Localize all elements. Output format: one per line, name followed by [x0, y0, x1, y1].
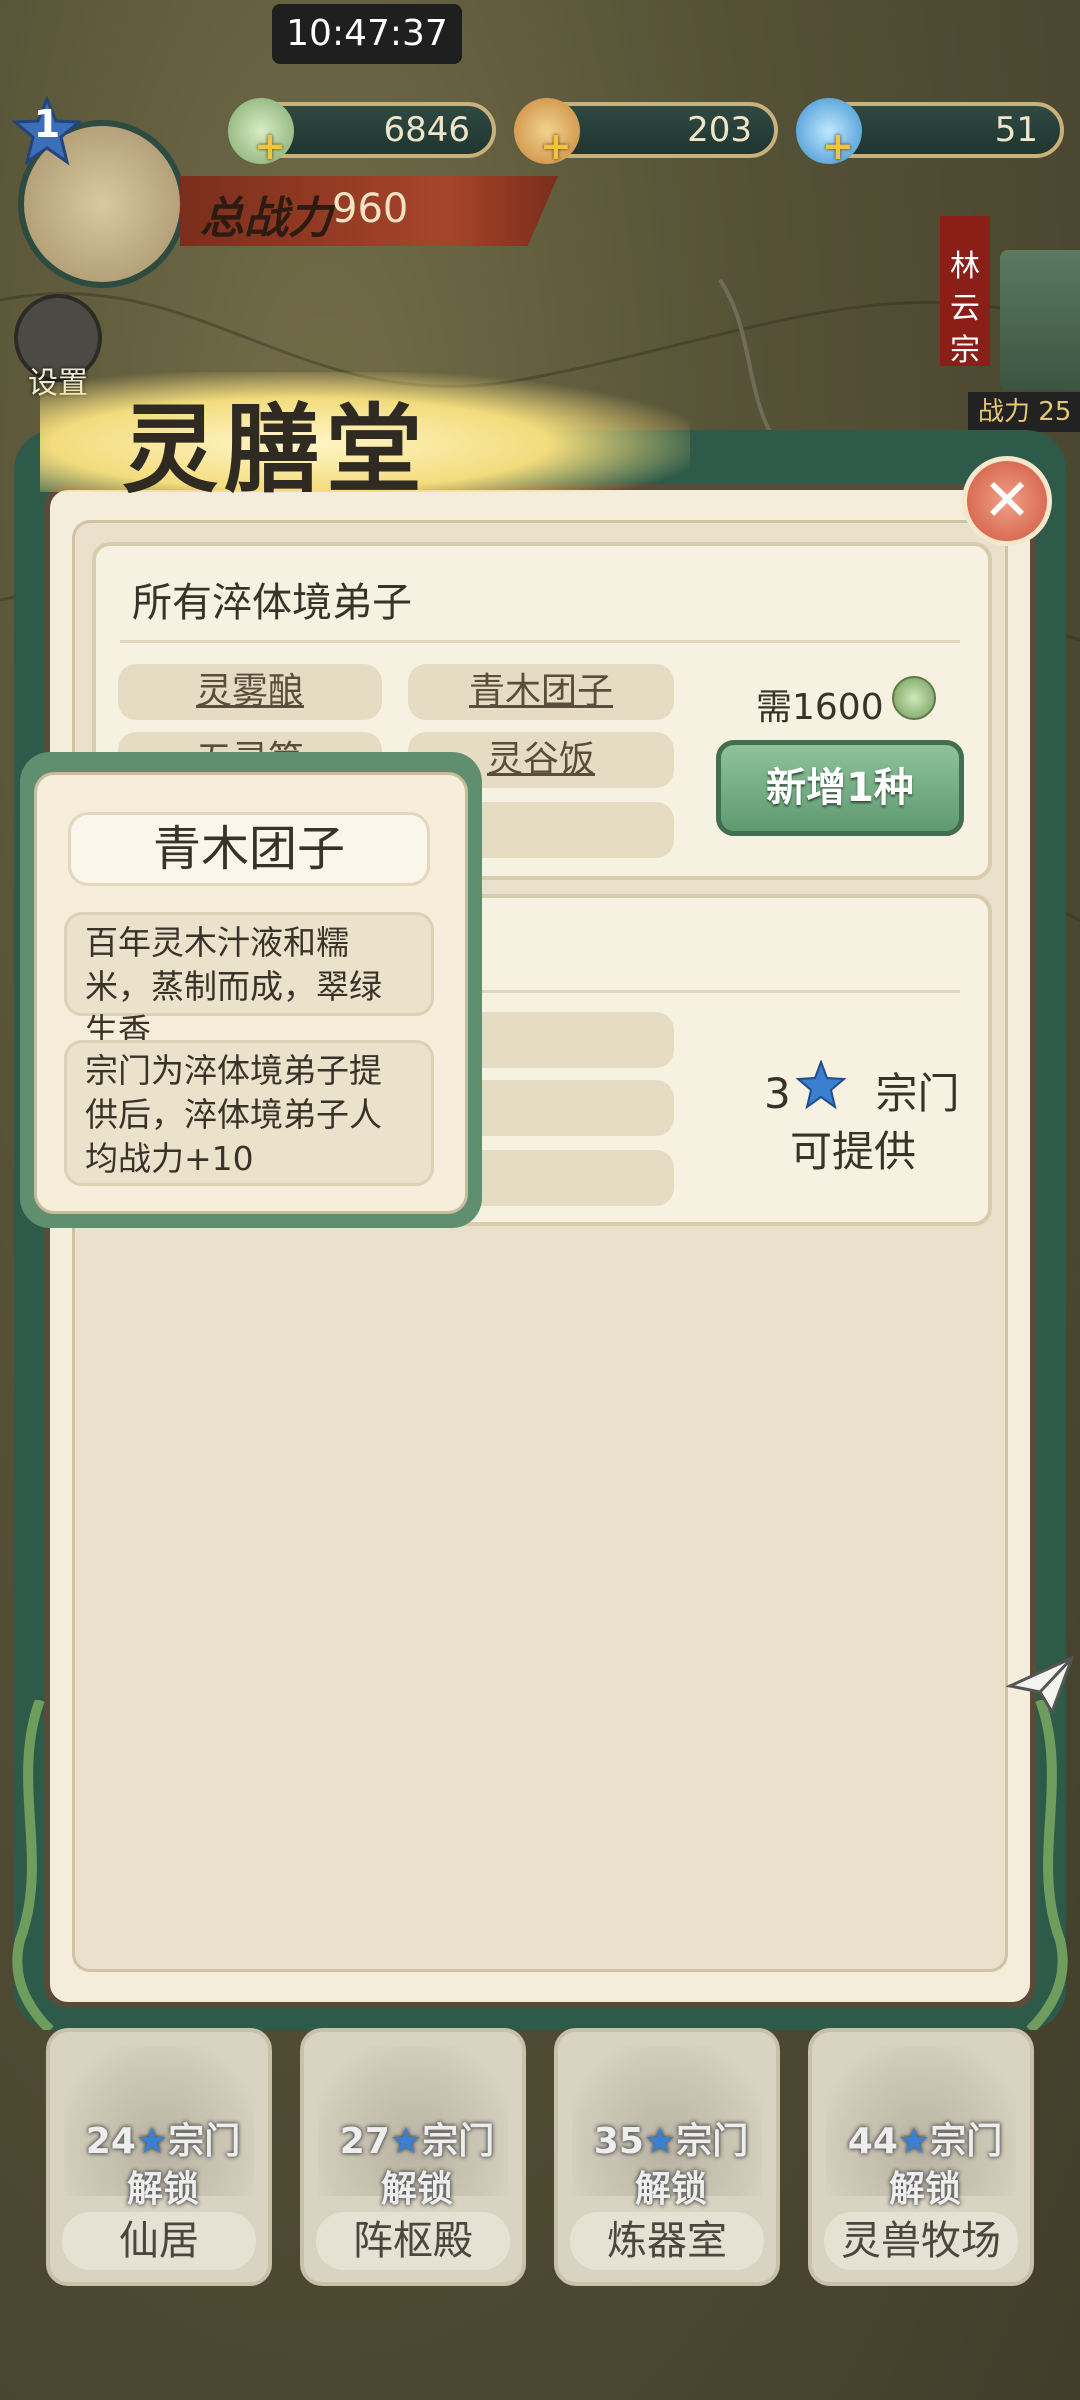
unlock-requirement: 44★宗门: [812, 2112, 1030, 2164]
unlock-requirement: 24★宗门: [50, 2112, 268, 2164]
sect-power-value: 25: [1038, 397, 1072, 427]
sect-name: 林 云 宗: [950, 249, 980, 368]
unlock-label: 解锁: [126, 2169, 199, 2210]
add-crystal-plus-icon[interactable]: +: [822, 124, 854, 168]
unlock-number: 35: [593, 2121, 644, 2162]
star-icon: [796, 1060, 846, 1110]
status-clock: 10:47:37: [272, 4, 462, 64]
requirement-line: 3 宗门: [764, 1060, 959, 1121]
power-value: 960: [332, 186, 409, 232]
add-food-button[interactable]: 新增1种: [716, 740, 964, 836]
unlock-suffix: 宗门: [422, 2121, 495, 2162]
card-title: 所有淬体境弟子: [132, 580, 412, 626]
unlock-suffix: 宗门: [930, 2121, 1003, 2162]
vine-decoration: [12, 1700, 54, 2030]
building-name: 炼器室: [570, 2212, 764, 2270]
add-grain-plus-icon[interactable]: +: [540, 124, 572, 168]
sect-power-label: 战力: [978, 397, 1031, 427]
tooltip-description: 百年灵木汁液和糯米，蒸制而成，翠绿生香: [64, 912, 434, 1050]
food-item[interactable]: 青木团子: [408, 664, 674, 720]
unlock-requirement: 35★宗门: [558, 2112, 776, 2164]
sect-building[interactable]: [1000, 250, 1080, 390]
star-icon: ★: [897, 2121, 931, 2162]
building-card-lianqi[interactable]: 35★宗门 解锁 炼器室: [554, 2028, 780, 2286]
card-divider: [120, 640, 960, 643]
star-icon: ★: [135, 2121, 169, 2162]
paper-plane-icon[interactable]: [1006, 1650, 1076, 1720]
vine-decoration: [1026, 1700, 1068, 2030]
dialog-title: 灵膳堂: [122, 393, 428, 506]
unlock-label: 解锁: [888, 2169, 961, 2210]
unlock-number: 27: [339, 2121, 390, 2162]
unlock-label: 解锁: [634, 2169, 707, 2210]
star-icon: ★: [643, 2121, 677, 2162]
building-name: 阵枢殿: [316, 2212, 510, 2270]
sect-name-tag[interactable]: 林 云 宗: [940, 216, 990, 368]
resource-value: 6846: [383, 110, 470, 150]
power-label: 总战力: [200, 193, 332, 244]
unlock-number: 24: [85, 2121, 136, 2162]
close-button[interactable]: ✕: [962, 456, 1052, 546]
resource-value: 51: [994, 110, 1038, 150]
building-card-xianju[interactable]: 24★宗门 解锁 仙居: [46, 2028, 272, 2286]
unlock-number: 44: [847, 2121, 898, 2162]
requirement-number: 3: [764, 1069, 791, 1118]
unlock-requirement: 27★宗门: [304, 2112, 522, 2164]
requirement-line2: 可提供: [790, 1127, 917, 1176]
player-level: 1: [33, 102, 61, 146]
tooltip-title: 青木团子: [68, 812, 430, 886]
building-card-zhenshu[interactable]: 27★宗门 解锁 阵枢殿: [300, 2028, 526, 2286]
add-herb-plus-icon[interactable]: +: [254, 124, 286, 168]
sect-power: 战力 25: [968, 392, 1080, 432]
building-name: 仙居: [62, 2212, 256, 2270]
unlock-suffix: 宗门: [676, 2121, 749, 2162]
building-name: 灵兽牧场: [824, 2212, 1018, 2270]
unlock-label: 解锁: [380, 2169, 453, 2210]
requirement-text: 宗门: [875, 1069, 960, 1118]
food-item[interactable]: 灵雾酿: [118, 664, 382, 720]
spirit-herb-icon: [892, 676, 936, 720]
tooltip-effect: 宗门为淬体境弟子提供后，淬体境弟子人均战力+10: [64, 1040, 434, 1186]
resource-value: 203: [687, 110, 752, 150]
cost-label: 需1600: [756, 687, 884, 728]
building-card-lingshou[interactable]: 44★宗门 解锁 灵兽牧场: [808, 2028, 1034, 2286]
star-icon: ★: [389, 2121, 423, 2162]
unlock-suffix: 宗门: [168, 2121, 241, 2162]
